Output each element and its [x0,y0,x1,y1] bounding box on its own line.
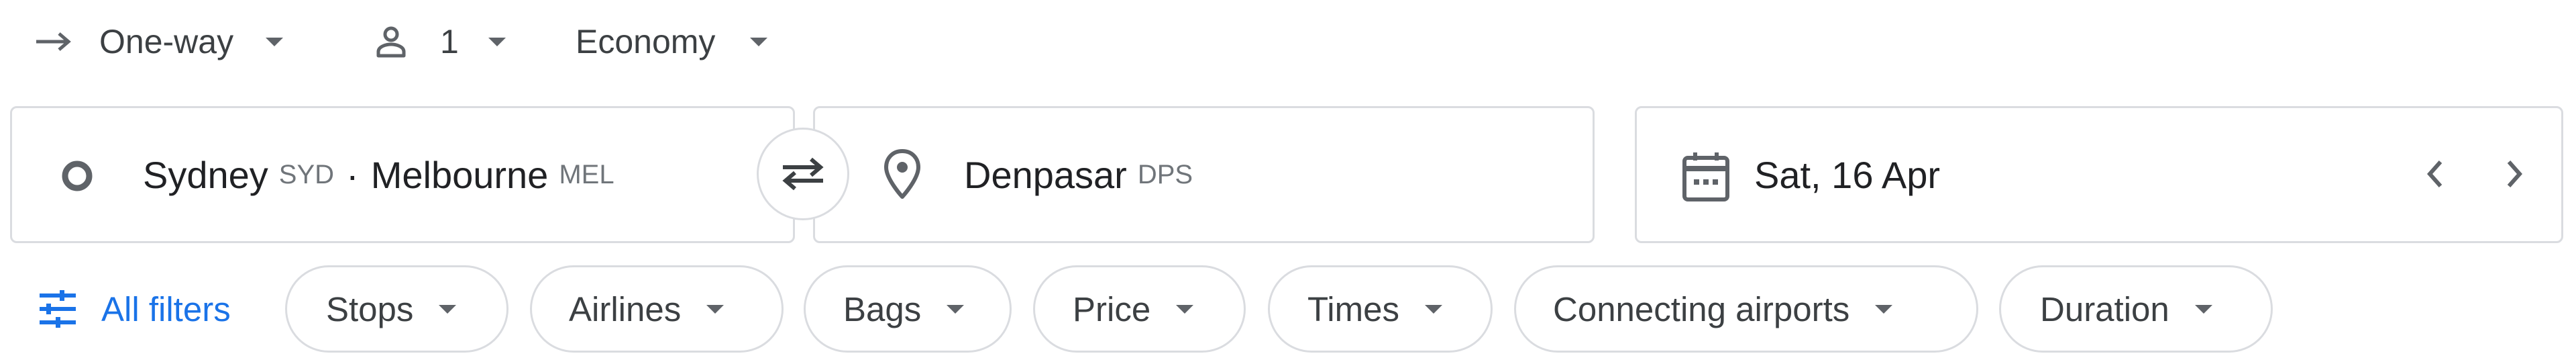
filter-chip-duration[interactable]: Duration [1999,265,2273,353]
departure-date-input[interactable]: Sat, 16 Apr [1635,106,2563,243]
filter-chip-times[interactable]: Times [1268,265,1493,353]
chevron-down-icon [266,37,284,46]
destination-input[interactable]: Denpasar DPS [813,106,1595,243]
chevron-down-icon [1875,304,1893,314]
destination-city: Denpasar [964,153,1127,196]
origin-city-1: Sydney [143,153,268,196]
trip-type-label: One-way [99,23,234,60]
all-filters-button[interactable]: All filters [37,285,231,332]
filter-chip-stops[interactable]: Stops [285,265,508,353]
circle-icon [60,159,94,196]
chip-label: Bags [843,289,922,328]
chevron-down-icon [1176,304,1194,314]
origin-separator: · [346,153,359,196]
chevron-down-icon [1424,304,1442,314]
swap-arrows-icon [779,154,827,194]
chip-label: Times [1307,289,1399,328]
origin-code-2: MEL [559,159,614,189]
passengers-selector[interactable]: 1 [373,15,506,69]
trip-type-selector[interactable]: One-way [34,15,284,69]
chip-label: Duration [2040,289,2169,328]
arrow-right-icon [34,28,74,55]
swap-button[interactable] [757,128,849,220]
chevron-down-icon [488,37,506,46]
cabin-class-selector[interactable]: Economy [576,15,768,69]
chevron-down-icon [2194,304,2212,314]
origin-input[interactable]: Sydney SYD · Melbourne MEL [10,106,795,243]
departure-date: Sat, 16 Apr [1754,153,1941,196]
all-filters-label: All filters [101,289,231,328]
filter-chip-airlines[interactable]: Airlines [530,265,784,353]
chevron-down-icon [706,304,724,314]
chevron-down-icon [947,304,965,314]
chip-label: Airlines [569,289,682,328]
chip-label: Price [1073,289,1151,328]
origin-city-2: Melbourne [370,153,549,196]
filter-chip-connecting-airports[interactable]: Connecting airports [1514,265,1978,353]
cabin-class-label: Economy [576,23,716,60]
filter-chip-bags[interactable]: Bags [804,265,1012,353]
chevron-right-icon[interactable] [2501,154,2528,197]
chevron-down-icon [750,37,768,46]
chevron-left-icon[interactable] [2422,154,2449,197]
calendar-icon [1680,150,1731,207]
location-pin-icon [882,148,922,206]
passenger-count: 1 [440,23,459,60]
tune-icon [37,290,78,328]
origin-code-1: SYD [278,159,335,189]
person-icon [373,24,409,60]
filter-chip-price[interactable]: Price [1033,265,1246,353]
chevron-down-icon [439,304,457,314]
chip-label: Stops [326,289,414,328]
chip-label: Connecting airports [1553,289,1850,328]
destination-code: DPS [1137,159,1193,189]
